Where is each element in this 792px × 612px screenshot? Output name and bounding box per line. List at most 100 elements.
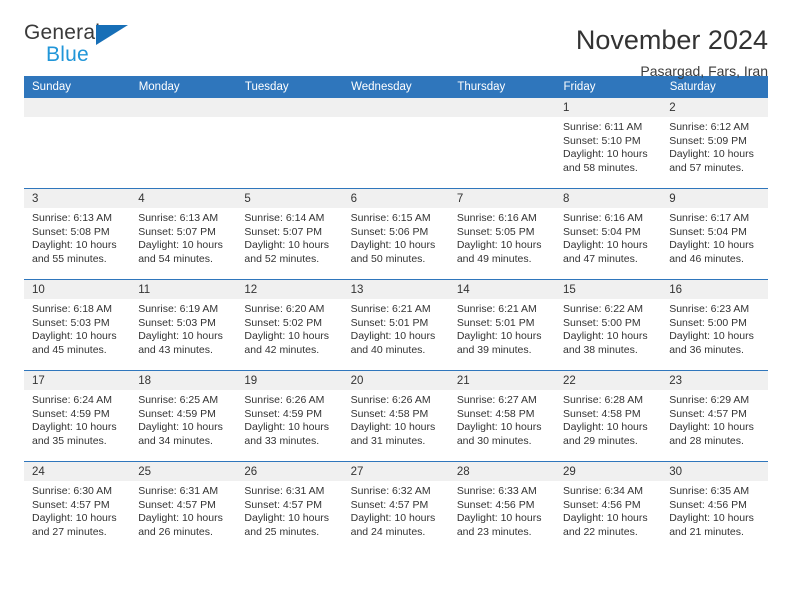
day-number: 20 xyxy=(342,371,449,390)
day-number: 24 xyxy=(24,462,131,481)
calendar-day-cell[interactable]: 20 Sunrise: 6:26 AM Sunset: 4:58 PM Dayligh… xyxy=(342,370,449,462)
sunset-time: Sunset: 5:04 PM xyxy=(563,225,641,238)
sunrise-sunset-calendar: Sunday Monday Tuesday Wednesday Thursday… xyxy=(24,76,769,552)
logo-text-general: General xyxy=(24,21,101,44)
calendar-day-cell[interactable]: 8 Sunrise: 6:16 AM Sunset: 5:04 PM Daylight… xyxy=(555,188,662,280)
sunrise-time: Sunrise: 6:17 AM xyxy=(669,212,750,224)
calendar-day-cell[interactable]: 15 Sunrise: 6:22 AM Sunset: 5:00 PM Dayligh… xyxy=(555,279,662,371)
calendar-day-cell[interactable]: 23 Sunrise: 6:29 AM Sunset: 4:57 PM Dayligh… xyxy=(661,370,768,462)
sunset-time: Sunset: 4:57 PM xyxy=(244,498,323,511)
calendar-day-cell[interactable]: 30 Sunrise: 6:35 AM Sunset: 4:56 PM Dayligh… xyxy=(661,461,768,552)
calendar-day-cell[interactable]: 12 Sunrise: 6:20 AM Sunset: 5:02 PM Dayligh… xyxy=(236,279,343,371)
title-block: November 2024 Pasargad, Fars, Iran xyxy=(576,22,768,81)
calendar-day-cell[interactable]: 27 Sunrise: 6:32 AM Sunset: 4:57 PM Dayligh… xyxy=(342,461,449,552)
day-cell-details: Sunrise: 6:31 AM Sunset: 4:57 PM Daylight:… xyxy=(130,481,236,539)
day-cell-details: Sunrise: 6:23 AM Sunset: 5:00 PM Daylight:… xyxy=(661,299,767,357)
calendar-day-cell[interactable]: 26 Sunrise: 6:31 AM Sunset: 4:57 PM Dayligh… xyxy=(236,461,343,552)
day-number: 7 xyxy=(448,189,556,208)
calendar-day-cell[interactable]: 22 Sunrise: 6:28 AM Sunset: 4:58 PM Dayligh… xyxy=(555,370,662,462)
day-number: 12 xyxy=(236,280,343,299)
weekday-header-monday: Monday xyxy=(130,76,237,98)
daylight-duration-line1: Daylight: 10 hours xyxy=(244,330,330,343)
day-number: 1 xyxy=(555,98,662,117)
calendar-day-cell[interactable]: 21 Sunrise: 6:27 AM Sunset: 4:58 PM Dayligh… xyxy=(448,370,556,462)
sunset-time: Sunset: 5:00 PM xyxy=(563,316,641,329)
calendar-day-cell[interactable]: 25 Sunrise: 6:31 AM Sunset: 4:57 PM Dayligh… xyxy=(130,461,237,552)
day-cell-inner: 1 Sunrise: 6:11 AM Sunset: 5:10 PM Daylight… xyxy=(555,98,662,188)
daylight-duration-line2: and 40 minutes. xyxy=(350,343,426,356)
calendar-day-cell[interactable]: 17 Sunrise: 6:24 AM Sunset: 4:59 PM Dayligh… xyxy=(24,370,131,462)
sunrise-time: Sunrise: 6:31 AM xyxy=(244,485,325,497)
calendar-day-cell[interactable]: 18 Sunrise: 6:25 AM Sunset: 4:59 PM Dayligh… xyxy=(130,370,237,462)
day-cell-details: Sunrise: 6:13 AM Sunset: 5:08 PM Daylight:… xyxy=(24,208,130,266)
general-blue-logo[interactable]: General Blue xyxy=(24,22,142,70)
calendar-day-cell[interactable]: 5 Sunrise: 6:14 AM Sunset: 5:07 PM Daylight… xyxy=(236,188,343,280)
calendar-day-cell-empty xyxy=(130,98,237,189)
day-cell-inner: 14 Sunrise: 6:21 AM Sunset: 5:01 PM Dayligh… xyxy=(448,280,556,370)
calendar-day-cell[interactable]: 24 Sunrise: 6:30 AM Sunset: 4:57 PM Dayligh… xyxy=(24,461,131,552)
sunrise-time: Sunrise: 6:16 AM xyxy=(456,212,537,224)
day-number: 30 xyxy=(661,462,768,481)
day-cell-inner: 23 Sunrise: 6:29 AM Sunset: 4:57 PM Dayligh… xyxy=(661,371,768,461)
calendar-day-cell[interactable]: 11 Sunrise: 6:19 AM Sunset: 5:03 PM Dayligh… xyxy=(130,279,237,371)
calendar-day-cell[interactable]: 9 Sunrise: 6:17 AM Sunset: 5:04 PM Daylight… xyxy=(661,188,768,280)
sunset-time: Sunset: 5:07 PM xyxy=(138,225,216,238)
day-cell-details xyxy=(449,117,555,121)
day-cell-inner: 29 Sunrise: 6:34 AM Sunset: 4:56 PM Dayligh… xyxy=(555,462,662,552)
calendar-day-cell-empty xyxy=(24,98,131,189)
calendar-day-cell[interactable]: 6 Sunrise: 6:15 AM Sunset: 5:06 PM Daylight… xyxy=(342,188,449,280)
day-cell-details: Sunrise: 6:22 AM Sunset: 5:00 PM Daylight:… xyxy=(555,299,661,357)
calendar-day-cell[interactable]: 2 Sunrise: 6:12 AM Sunset: 5:09 PM Daylight… xyxy=(661,98,768,189)
daylight-duration-line1: Daylight: 10 hours xyxy=(244,512,330,525)
calendar-day-cell[interactable]: 28 Sunrise: 6:33 AM Sunset: 4:56 PM Dayligh… xyxy=(448,461,556,552)
sunrise-time: Sunrise: 6:16 AM xyxy=(563,212,643,224)
daylight-duration-line1: Daylight: 10 hours xyxy=(456,330,542,343)
calendar-day-cell[interactable]: 3 Sunrise: 6:13 AM Sunset: 5:08 PM Daylight… xyxy=(24,188,131,280)
calendar-day-cell[interactable]: 10 Sunrise: 6:18 AM Sunset: 5:03 PM Dayligh… xyxy=(24,279,131,371)
page-header: General Blue November 2024 Pasargad, Far… xyxy=(24,0,768,80)
daylight-duration-line2: and 47 minutes. xyxy=(563,252,638,265)
calendar-day-cell[interactable]: 13 Sunrise: 6:21 AM Sunset: 5:01 PM Dayligh… xyxy=(342,279,449,371)
daylight-duration-line2: and 24 minutes. xyxy=(350,525,426,538)
day-number: 22 xyxy=(555,371,662,390)
day-number: 18 xyxy=(130,371,237,390)
logo-text-blue: Blue xyxy=(46,43,89,66)
sunset-time: Sunset: 5:04 PM xyxy=(669,225,747,238)
daylight-duration-line2: and 31 minutes. xyxy=(350,434,426,447)
day-cell-details: Sunrise: 6:28 AM Sunset: 4:58 PM Daylight:… xyxy=(555,390,661,448)
sunset-time: Sunset: 5:01 PM xyxy=(350,316,429,329)
calendar-day-cell[interactable]: 7 Sunrise: 6:16 AM Sunset: 5:05 PM Daylight… xyxy=(448,188,556,280)
day-cell-details: Sunrise: 6:11 AM Sunset: 5:10 PM Daylight:… xyxy=(555,117,661,175)
daylight-duration-line1: Daylight: 10 hours xyxy=(32,330,117,343)
calendar-day-cell[interactable]: 14 Sunrise: 6:21 AM Sunset: 5:01 PM Dayligh… xyxy=(448,279,556,371)
daylight-duration-line2: and 21 minutes. xyxy=(669,525,744,538)
day-cell-details: Sunrise: 6:26 AM Sunset: 4:59 PM Daylight:… xyxy=(236,390,342,448)
day-number: 14 xyxy=(448,280,556,299)
calendar-week-row: 24 Sunrise: 6:30 AM Sunset: 4:57 PM Dayligh… xyxy=(24,461,768,552)
day-cell-details: Sunrise: 6:16 AM Sunset: 5:05 PM Daylight:… xyxy=(449,208,555,266)
calendar-day-cell[interactable]: 19 Sunrise: 6:26 AM Sunset: 4:59 PM Dayligh… xyxy=(236,370,343,462)
calendar-day-cell[interactable]: 29 Sunrise: 6:34 AM Sunset: 4:56 PM Dayligh… xyxy=(555,461,662,552)
sunset-time: Sunset: 5:10 PM xyxy=(563,134,641,147)
calendar-day-cell[interactable]: 4 Sunrise: 6:13 AM Sunset: 5:07 PM Daylight… xyxy=(130,188,237,280)
day-cell-inner: 9 Sunrise: 6:17 AM Sunset: 5:04 PM Daylight… xyxy=(661,189,768,279)
calendar-week-row: 10 Sunrise: 6:18 AM Sunset: 5:03 PM Dayligh… xyxy=(24,279,768,371)
sunrise-time: Sunrise: 6:26 AM xyxy=(350,394,431,406)
sunrise-time: Sunrise: 6:31 AM xyxy=(138,485,219,497)
daylight-duration-line1: Daylight: 10 hours xyxy=(32,512,117,525)
calendar-day-cell-empty xyxy=(342,98,449,189)
calendar-day-cell[interactable]: 1 Sunrise: 6:11 AM Sunset: 5:10 PM Daylight… xyxy=(555,98,662,189)
calendar-day-cell-empty xyxy=(236,98,343,189)
daylight-duration-line1: Daylight: 10 hours xyxy=(669,148,754,161)
day-cell-details: Sunrise: 6:12 AM Sunset: 5:09 PM Daylight:… xyxy=(661,117,767,175)
day-cell-details: Sunrise: 6:21 AM Sunset: 5:01 PM Daylight:… xyxy=(449,299,555,357)
daylight-duration-line1: Daylight: 10 hours xyxy=(350,421,436,434)
day-cell-details xyxy=(130,117,236,121)
location-subtitle: Pasargad, Fars, Iran xyxy=(640,63,768,79)
sunrise-time: Sunrise: 6:18 AM xyxy=(32,303,112,315)
sunrise-time: Sunrise: 6:34 AM xyxy=(563,485,643,497)
day-cell-inner: 27 Sunrise: 6:32 AM Sunset: 4:57 PM Dayligh… xyxy=(342,462,449,552)
sunset-time: Sunset: 4:57 PM xyxy=(350,498,429,511)
daylight-duration-line2: and 27 minutes. xyxy=(32,525,107,538)
calendar-day-cell[interactable]: 16 Sunrise: 6:23 AM Sunset: 5:00 PM Dayligh… xyxy=(661,279,768,371)
